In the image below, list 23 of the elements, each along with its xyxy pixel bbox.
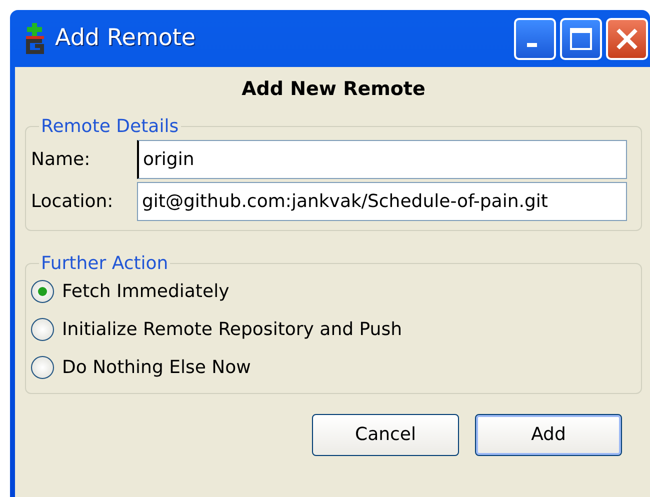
text-field[interactable]: git@github.com:jankvak/Schedule-of-pain.git	[137, 182, 627, 220]
minimize-icon	[527, 42, 537, 46]
group-title: Remote Details	[40, 118, 180, 136]
option-label[interactable]: Initialize Remote Repository and Push	[62, 316, 402, 343]
close-icon	[615, 26, 639, 50]
maximize-button[interactable]	[560, 18, 602, 60]
git-gui-icon	[23, 22, 47, 54]
close-button[interactable]	[606, 18, 648, 60]
text-field[interactable]: origin	[137, 140, 627, 178]
field-label: Location:	[31, 190, 114, 214]
window-title: Add Remote	[55, 24, 196, 54]
dialog-heading: Add New Remote	[240, 77, 426, 102]
option-label[interactable]: Fetch Immediately	[62, 278, 230, 305]
option-label[interactable]: Do Nothing Else Now	[62, 354, 251, 381]
radio-button[interactable]	[31, 280, 54, 303]
dialog-button[interactable]: Cancel	[312, 414, 459, 456]
radio-button[interactable]	[31, 318, 54, 341]
radio-button[interactable]	[31, 356, 54, 379]
dialog-button[interactable]: Add	[475, 414, 622, 456]
field-label: Name:	[31, 148, 92, 172]
maximize-icon	[569, 26, 593, 50]
minimize-button[interactable]	[514, 18, 556, 60]
group-title: Further Action	[40, 254, 170, 272]
